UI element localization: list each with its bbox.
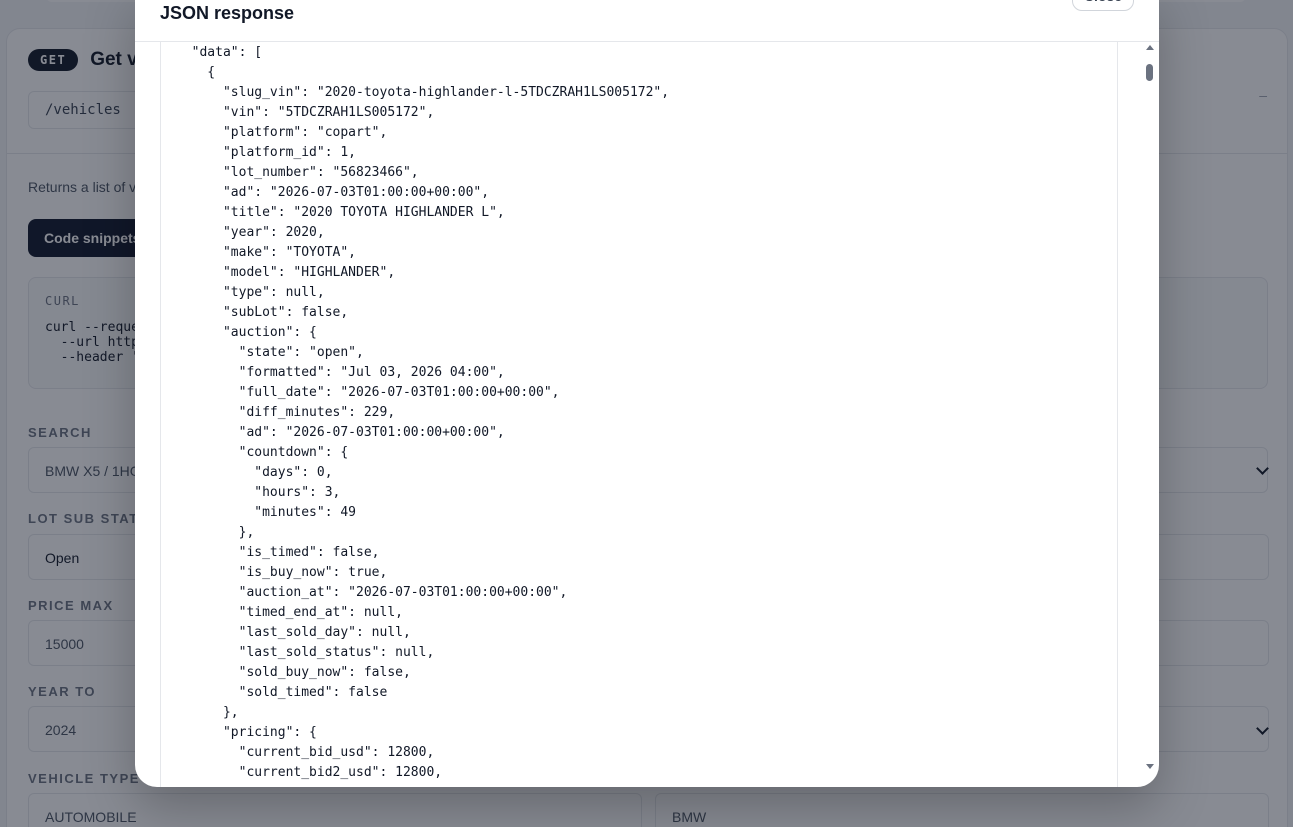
json-content: "data": [ { "slug_vin": "2020-toyota-hig…	[191, 45, 670, 780]
json-response-modal: JSON response Close "data": [ { "slug_vi…	[135, 0, 1159, 787]
modal-header: JSON response Close	[135, 0, 1159, 42]
scroll-down-arrow-icon[interactable]	[1146, 764, 1154, 769]
json-viewer[interactable]: "data": [ { "slug_vin": "2020-toyota-hig…	[160, 42, 1118, 787]
scroll-thumb[interactable]	[1146, 64, 1153, 81]
close-button[interactable]: Close	[1072, 0, 1134, 11]
scrollbar[interactable]	[1143, 42, 1157, 787]
modal-title: JSON response	[160, 3, 295, 23]
scroll-up-arrow-icon[interactable]	[1146, 45, 1154, 50]
